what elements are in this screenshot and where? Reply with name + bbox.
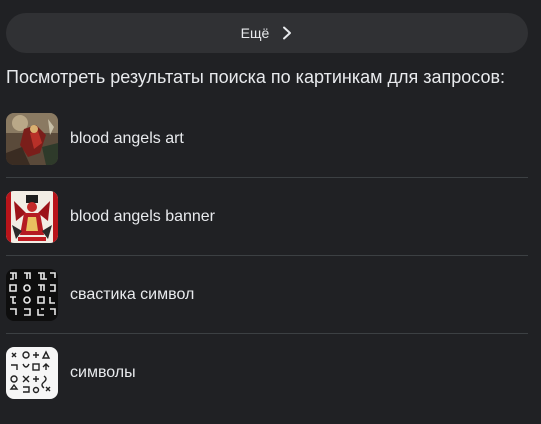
related-searches-heading: Посмотреть результаты поиска по картинка… xyxy=(6,67,506,87)
related-search-label: свастика символ xyxy=(70,285,195,303)
related-search-item[interactable]: свастика символ xyxy=(6,256,528,334)
related-search-label: blood angels banner xyxy=(70,207,216,225)
related-search-item[interactable]: символы xyxy=(6,334,528,411)
related-searches-list: blood angels art blood angels banner сва… xyxy=(6,100,528,411)
chevron-right-icon xyxy=(281,26,293,40)
more-results-label: Ещё xyxy=(240,25,270,41)
related-search-label: blood angels art xyxy=(70,129,184,147)
symbols-thumbnail xyxy=(6,346,58,399)
related-search-item[interactable]: blood angels banner xyxy=(6,178,528,256)
swastika-symbols-thumbnail xyxy=(6,268,58,321)
related-search-label: символы xyxy=(70,363,136,381)
related-search-item[interactable]: blood angels art xyxy=(6,100,528,178)
blood-angels-art-thumbnail xyxy=(6,112,58,165)
more-results-button[interactable]: Ещё xyxy=(6,13,528,53)
blood-angels-banner-thumbnail xyxy=(6,190,58,243)
